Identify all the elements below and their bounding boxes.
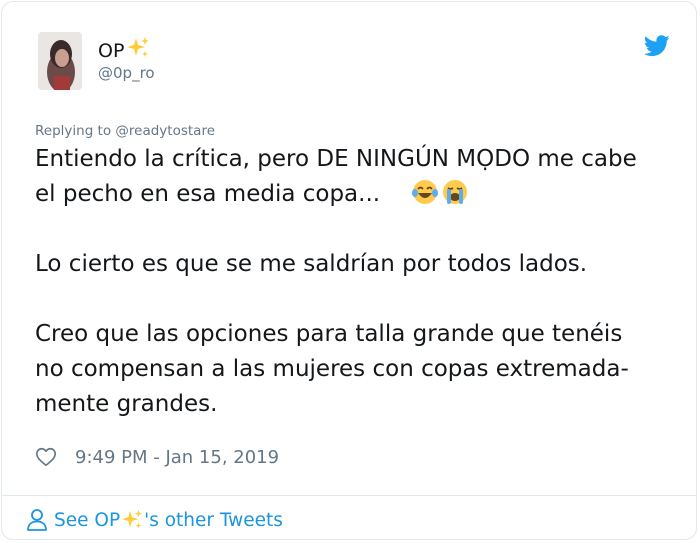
tweet-line: Lo cierto es que se me saldrían por todo…: [35, 251, 588, 277]
tweet-line-with-emoji: el pecho en esa media copa...: [35, 177, 685, 212]
tweet-line: Entiendo la crítica, pero DE NINGÚN MỌDO…: [35, 146, 637, 172]
heart-icon[interactable]: [35, 446, 57, 468]
replying-to-mention[interactable]: @readytostare: [115, 123, 215, 139]
replying-prefix: Replying to: [35, 123, 112, 139]
loudly-crying-emoji-icon: [443, 180, 468, 204]
see-other-suffix: 's other Tweets: [144, 509, 283, 531]
see-other-tweets-link[interactable]: See OP 's other Tweets: [26, 506, 283, 534]
tweet-line: el pecho en esa media copa...: [35, 181, 381, 207]
sparkles-emoji-icon: [122, 509, 143, 529]
twitter-bird-icon[interactable]: [644, 35, 670, 57]
tears-of-joy-emoji-icon: [412, 180, 439, 204]
tweet-text: Entiendo la crítica, pero DE NINGÚN MỌDO…: [35, 142, 685, 422]
tweet-line: mente grandes.: [35, 391, 218, 417]
author-display-name: OP: [98, 40, 125, 62]
avatar[interactable]: [38, 32, 82, 90]
tweet-line: no compensan a las mujeres con copas ext…: [35, 356, 629, 382]
replying-to: Replying to @readytostare: [35, 123, 215, 139]
tweet-meta: 9:49 PM - Jan 15, 2019: [35, 443, 279, 471]
avatar-image: [38, 32, 82, 90]
sparkles-emoji-icon: [127, 37, 150, 57]
see-other-prefix: See OP: [54, 509, 121, 531]
author-name[interactable]: OP: [98, 36, 150, 62]
tweet-timestamp[interactable]: 9:49 PM - Jan 15, 2019: [75, 447, 279, 468]
tweet-card: OP @0p_ro Replying to @readytostare Enti…: [1, 1, 697, 540]
tweet-line: Creo que las opciones para talla grande …: [35, 321, 623, 347]
author-handle[interactable]: @0p_ro: [98, 64, 155, 82]
person-icon: [27, 509, 47, 531]
footer-divider: [2, 495, 696, 496]
